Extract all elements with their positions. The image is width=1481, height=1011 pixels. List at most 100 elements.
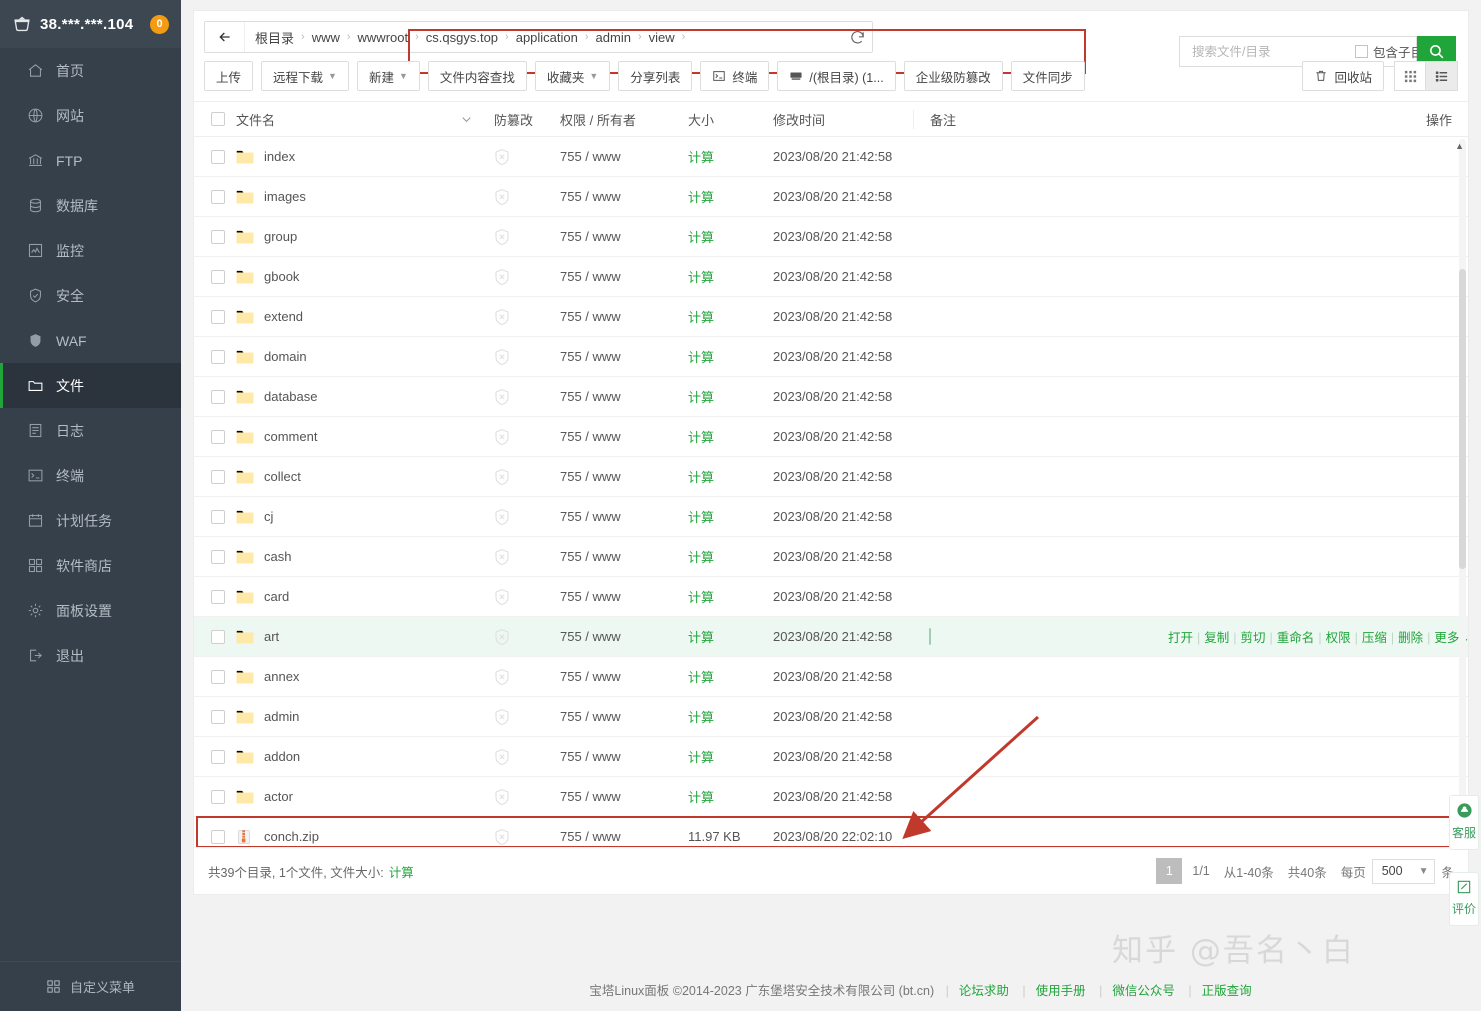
notification-badge[interactable]: 0	[150, 15, 169, 34]
tamper-cell[interactable]	[486, 588, 560, 606]
compute-size-link[interactable]: 计算	[688, 670, 714, 685]
per-page-select[interactable]: 500 ▼	[1372, 859, 1436, 884]
tamper-cell[interactable]	[486, 508, 560, 526]
sidebar-item-monitor[interactable]: 监控	[0, 228, 181, 273]
row-checkbox[interactable]	[211, 350, 225, 364]
compute-size-link[interactable]: 计算	[688, 310, 714, 325]
enterprise-antitamper-button[interactable]: 企业级防篡改	[904, 61, 1003, 91]
summary-compute-link[interactable]: 计算	[389, 862, 414, 881]
table-row[interactable]: collect755 / www计算2023/08/20 21:42:58	[194, 457, 1468, 497]
tamper-cell[interactable]	[486, 188, 560, 206]
disk-usage-button[interactable]: /(根目录) (1...	[777, 61, 895, 91]
sidebar-item-ftp[interactable]: FTP	[0, 138, 181, 183]
compute-size-link[interactable]: 计算	[688, 150, 714, 165]
file-name-cell[interactable]: card	[236, 589, 446, 605]
sidebar-item-home[interactable]: 首页	[0, 48, 181, 93]
footer-link-manual[interactable]: 使用手册	[1036, 984, 1086, 998]
table-row[interactable]: comment755 / www计算2023/08/20 21:42:58	[194, 417, 1468, 457]
grid-view-icon[interactable]	[1394, 61, 1426, 91]
new-button[interactable]: 新建▼	[357, 61, 420, 91]
sidebar-item-logs[interactable]: 日志	[0, 408, 181, 453]
sidebar-item-terminal[interactable]: 终端	[0, 453, 181, 498]
breadcrumb-item-root[interactable]: 根目录	[255, 28, 294, 47]
table-row[interactable]: annex755 / www计算2023/08/20 21:42:58	[194, 657, 1468, 697]
permission-owner[interactable]: 755 / www	[560, 749, 688, 764]
file-name-cell[interactable]: actor	[236, 789, 446, 805]
terminal-button[interactable]: 终端	[700, 61, 769, 91]
tamper-cell[interactable]	[486, 228, 560, 246]
permission-owner[interactable]: 755 / www	[560, 589, 688, 604]
tamper-cell[interactable]	[486, 388, 560, 406]
permission-owner[interactable]: 755 / www	[560, 469, 688, 484]
sidebar-item-logout[interactable]: 退出	[0, 633, 181, 678]
compute-size-link[interactable]: 计算	[688, 470, 714, 485]
footer-link-wechat[interactable]: 微信公众号	[1112, 984, 1175, 998]
row-checkbox[interactable]	[211, 630, 225, 644]
row-checkbox[interactable]	[211, 230, 225, 244]
list-view-icon[interactable]	[1426, 61, 1458, 91]
breadcrumb-item-domain[interactable]: cs.qsgys.top	[426, 30, 498, 45]
action-6[interactable]: 删除	[1398, 631, 1423, 645]
compute-size-link[interactable]: 计算	[688, 230, 714, 245]
favorites-button[interactable]: 收藏夹▼	[535, 61, 610, 91]
search-input[interactable]	[1190, 44, 1355, 60]
action-2[interactable]: 剪切	[1241, 631, 1266, 645]
permission-owner[interactable]: 755 / www	[560, 429, 688, 444]
row-checkbox[interactable]	[211, 190, 225, 204]
upload-button[interactable]: 上传	[204, 61, 253, 91]
sidebar-item-waf[interactable]: WAF	[0, 318, 181, 363]
compute-size-link[interactable]: 计算	[688, 430, 714, 445]
sidebar-item-files[interactable]: 文件	[0, 363, 181, 408]
tamper-cell[interactable]	[486, 308, 560, 326]
action-4[interactable]: 权限	[1326, 631, 1351, 645]
table-row[interactable]: gbook755 / www计算2023/08/20 21:42:58	[194, 257, 1468, 297]
row-checkbox[interactable]	[211, 550, 225, 564]
recycle-bin-button[interactable]: 回收站	[1302, 61, 1384, 91]
row-checkbox[interactable]	[211, 710, 225, 724]
row-checkbox[interactable]	[211, 390, 225, 404]
table-row[interactable]: card755 / www计算2023/08/20 21:42:58	[194, 577, 1468, 617]
file-name-cell[interactable]: gbook	[236, 269, 446, 285]
file-name-cell[interactable]: collect	[236, 469, 446, 485]
tamper-cell[interactable]	[486, 828, 560, 846]
share-list-button[interactable]: 分享列表	[618, 61, 692, 91]
file-name-cell[interactable]: extend	[236, 309, 446, 325]
sidebar-item-panel-settings[interactable]: 面板设置	[0, 588, 181, 633]
file-name-cell[interactable]: images	[236, 189, 446, 205]
compute-size-link[interactable]: 计算	[688, 750, 714, 765]
sidebar-item-appstore[interactable]: 软件商店	[0, 543, 181, 588]
table-row[interactable]: cash755 / www计算2023/08/20 21:42:58	[194, 537, 1468, 577]
scroll-up-icon[interactable]: ▲	[1455, 141, 1464, 151]
compute-size-link[interactable]: 计算	[688, 790, 714, 805]
row-checkbox[interactable]	[211, 790, 225, 804]
table-row[interactable]: database755 / www计算2023/08/20 21:42:58	[194, 377, 1468, 417]
sidebar-item-crontab[interactable]: 计划任务	[0, 498, 181, 543]
compute-size-link[interactable]: 计算	[688, 710, 714, 725]
table-row[interactable]: index755 / www计算2023/08/20 21:42:58	[194, 137, 1468, 177]
action-3[interactable]: 重命名	[1277, 631, 1315, 645]
permission-owner[interactable]: 755 / www	[560, 389, 688, 404]
file-name-cell[interactable]: group	[236, 229, 446, 245]
permission-owner[interactable]: 755 / www	[560, 509, 688, 524]
file-name-cell[interactable]: admin	[236, 709, 446, 725]
table-row[interactable]: addon755 / www计算2023/08/20 21:42:58	[194, 737, 1468, 777]
file-sync-button[interactable]: 文件同步	[1011, 61, 1085, 91]
row-checkbox[interactable]	[211, 430, 225, 444]
row-checkbox[interactable]	[211, 310, 225, 324]
file-name-cell[interactable]: addon	[236, 749, 446, 765]
row-checkbox[interactable]	[211, 470, 225, 484]
permission-owner[interactable]: 755 / www	[560, 829, 688, 844]
breadcrumb-item-view[interactable]: view	[649, 30, 675, 45]
checkbox-box[interactable]	[1355, 45, 1368, 58]
tamper-cell[interactable]	[486, 348, 560, 366]
refresh-icon[interactable]	[842, 22, 872, 52]
compute-size-link[interactable]: 计算	[688, 190, 714, 205]
sidebar-item-database[interactable]: 数据库	[0, 183, 181, 228]
file-name-cell[interactable]: cj	[236, 509, 446, 525]
table-scrollbar[interactable]	[1459, 139, 1466, 829]
table-row[interactable]: cj755 / www计算2023/08/20 21:42:58	[194, 497, 1468, 537]
file-name-cell[interactable]: index	[236, 149, 446, 165]
tamper-cell[interactable]	[486, 268, 560, 286]
breadcrumb-item-www[interactable]: www	[312, 30, 340, 45]
permission-owner[interactable]: 755 / www	[560, 709, 688, 724]
